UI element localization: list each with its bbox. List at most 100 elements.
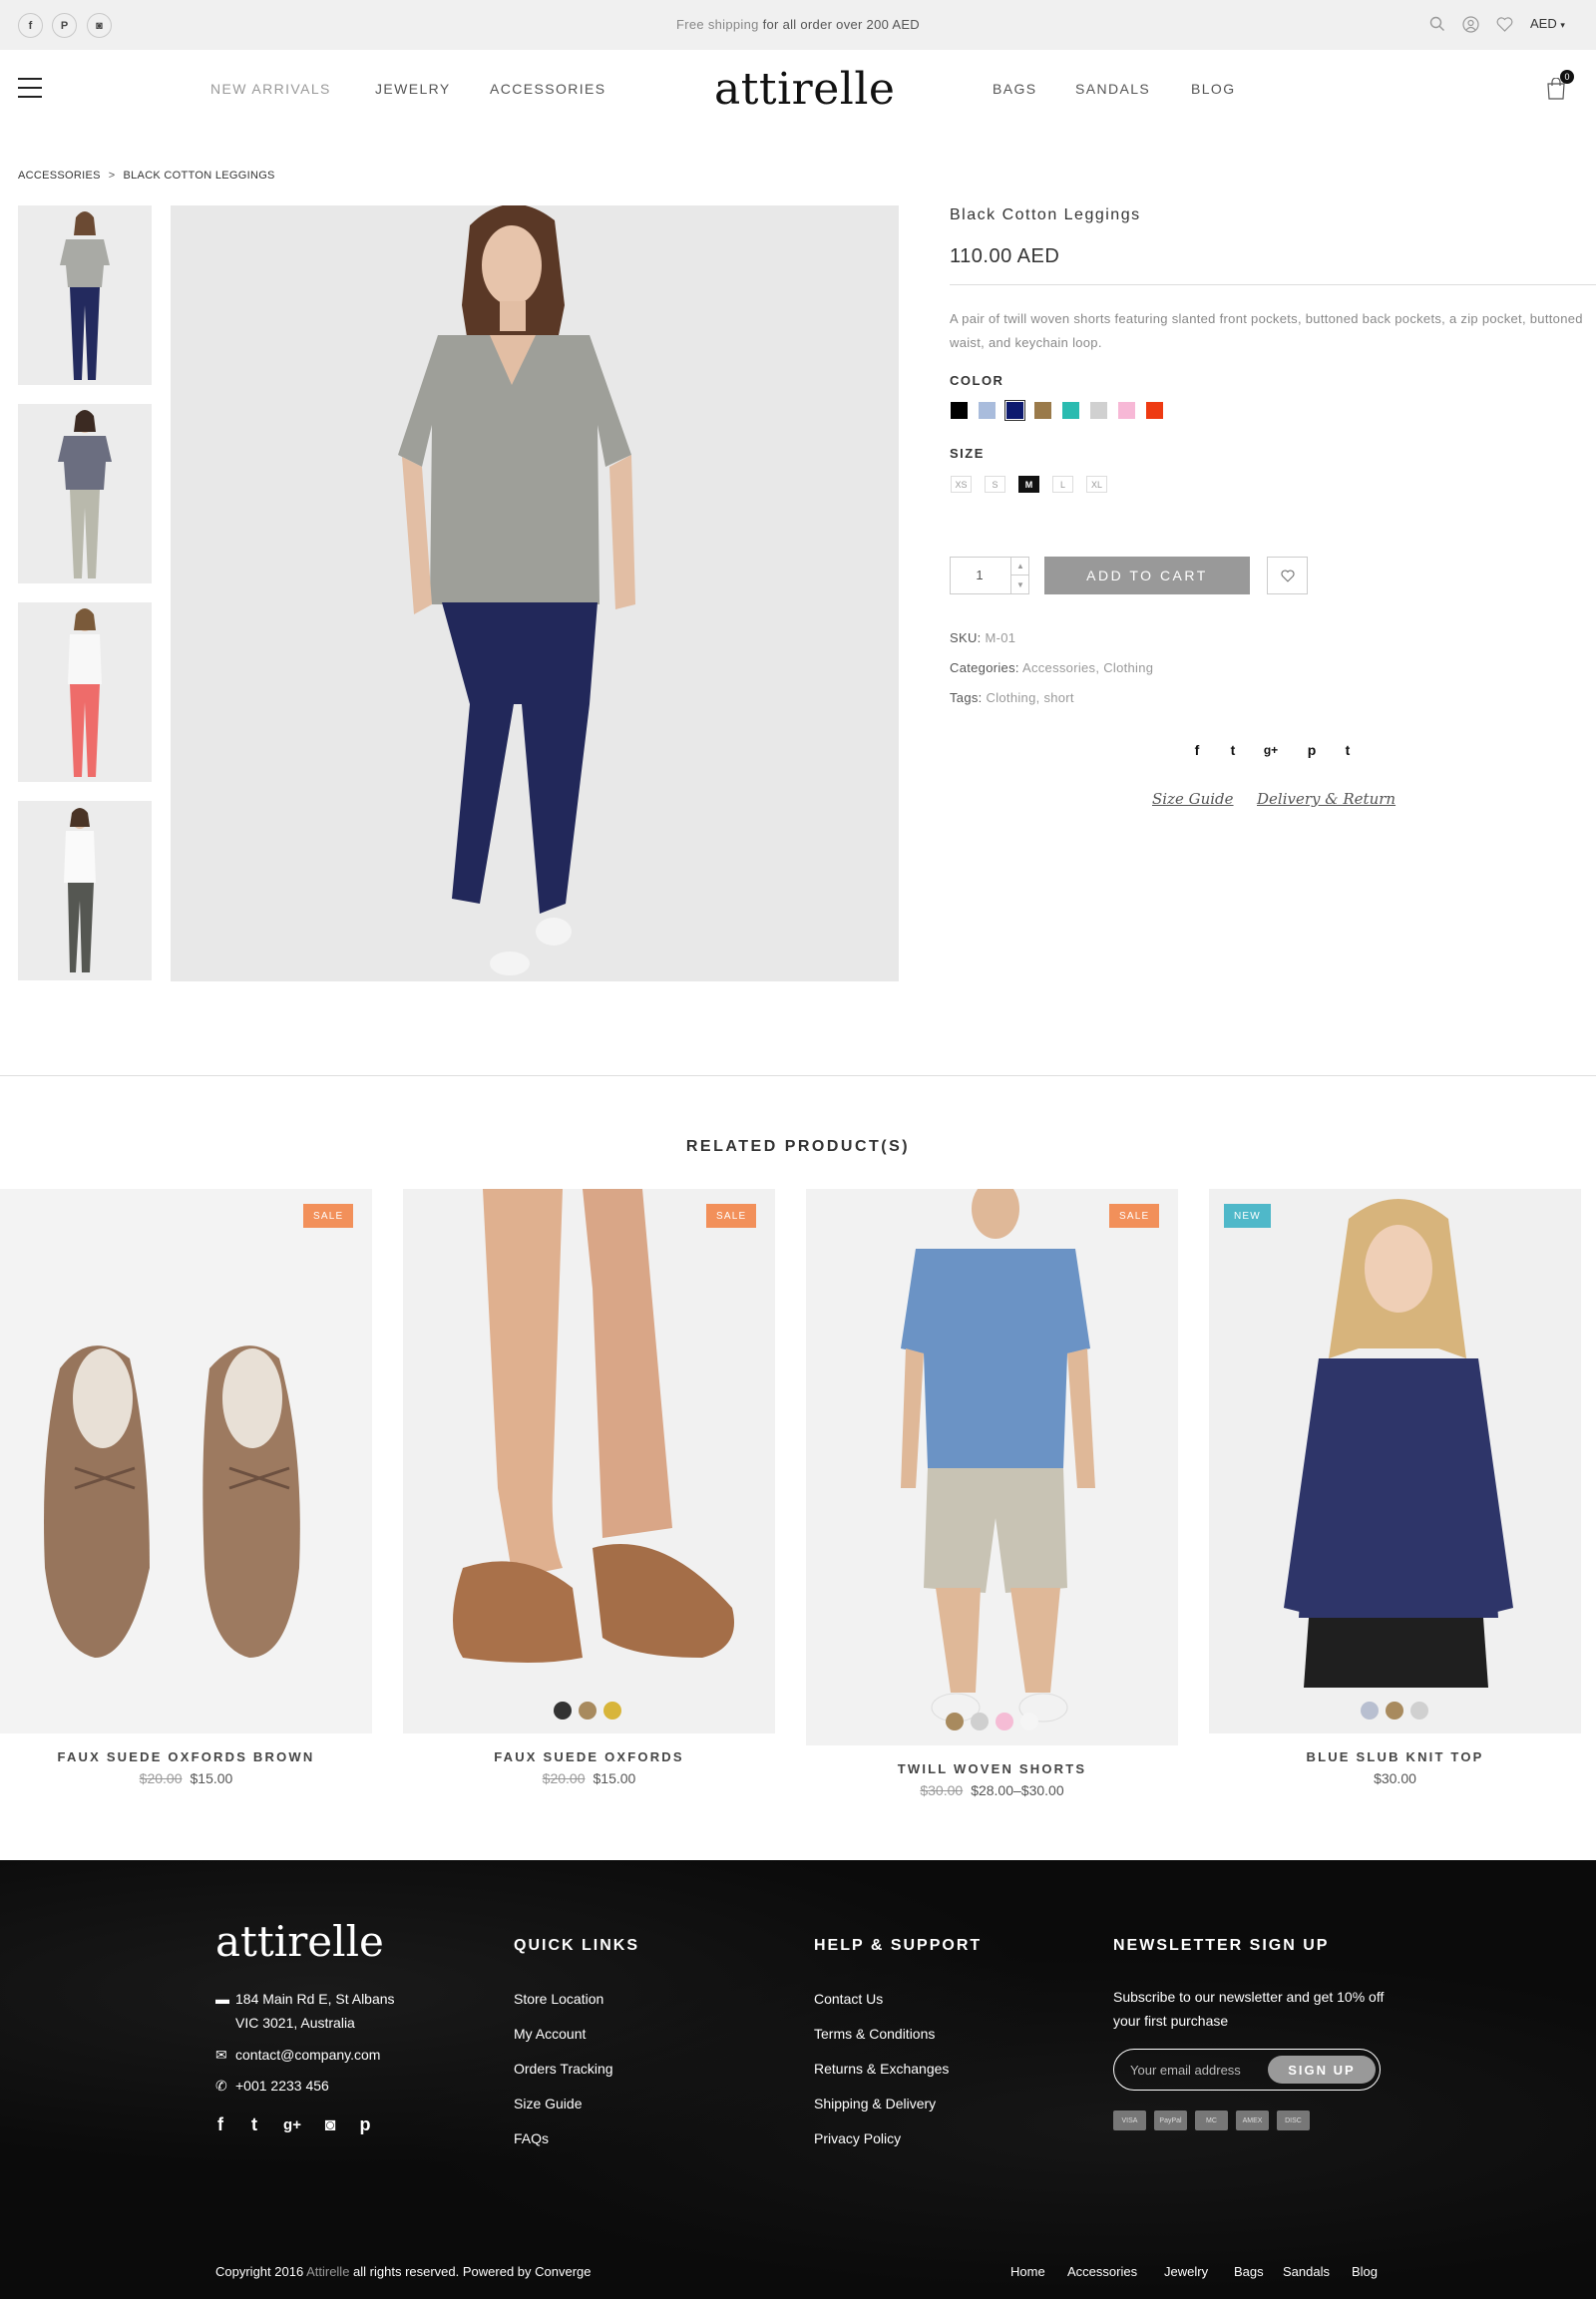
logo[interactable]: attirelle (714, 64, 895, 115)
footer-link-store-location[interactable]: Store Location (514, 1991, 603, 2007)
category-link[interactable]: Accessories (1022, 660, 1095, 675)
color-dot[interactable] (1361, 1702, 1379, 1720)
product-card-image[interactable] (403, 1189, 775, 1733)
thumbnail-4[interactable] (18, 801, 152, 980)
footer-logo[interactable]: attirelle (215, 1917, 384, 1966)
product-card-name[interactable]: FAUX SUEDE OXFORDS (403, 1749, 775, 1764)
quantity-value[interactable]: 1 (951, 568, 1008, 582)
price: $30.00 (1374, 1770, 1416, 1786)
product-card-image[interactable] (806, 1189, 1178, 1745)
newsletter-email-input[interactable]: Your email address (1130, 2063, 1241, 2078)
facebook-icon[interactable]: f (210, 2114, 230, 2134)
nav-accessories[interactable]: ACCESSORIES (490, 81, 606, 97)
nav-bags[interactable]: BAGS (993, 81, 1037, 97)
phone-value: +001 2233 456 (235, 2078, 329, 2094)
tumblr-icon[interactable]: t (1338, 740, 1358, 760)
nav-jewelry[interactable]: JEWELRY (375, 81, 451, 97)
pinterest-icon[interactable]: p (1302, 740, 1322, 760)
color-dot[interactable] (554, 1702, 572, 1720)
footer-email[interactable]: ✉ contact@company.com (215, 2047, 380, 2064)
nav-sandals[interactable]: SANDALS (1075, 81, 1150, 97)
delivery-return-link[interactable]: Delivery & Return (1257, 790, 1396, 808)
color-swatch-red[interactable] (1146, 402, 1163, 419)
nav-blog[interactable]: BLOG (1191, 81, 1236, 97)
size-option-l[interactable]: L (1052, 476, 1073, 493)
product-card-image[interactable] (0, 1189, 372, 1733)
copyright-brand-link[interactable]: Attirelle (306, 2264, 349, 2279)
footer-link-returns[interactable]: Returns & Exchanges (814, 2061, 949, 2077)
nav-new-arrivals[interactable]: NEW ARRIVALS (210, 81, 331, 97)
size-option-s[interactable]: S (985, 476, 1005, 493)
menu-icon[interactable] (18, 78, 42, 98)
sku-label: SKU: (950, 630, 982, 645)
footer-phone[interactable]: ✆ +001 2233 456 (215, 2078, 329, 2095)
color-swatch-light-blue[interactable] (979, 402, 996, 419)
sku-row: SKU: M-01 (950, 630, 1015, 645)
tag-link[interactable]: Clothing (987, 690, 1036, 705)
main-product-image[interactable] (171, 205, 899, 981)
color-dot[interactable] (1410, 1702, 1428, 1720)
size-option-xl[interactable]: XL (1086, 476, 1107, 493)
thumbnail-3[interactable] (18, 602, 152, 782)
footer-link-size-guide[interactable]: Size Guide (514, 2096, 582, 2111)
thumbnail-1[interactable] (18, 205, 152, 385)
product-card-name[interactable]: BLUE SLUB KNIT TOP (1209, 1749, 1581, 1764)
instagram-icon[interactable]: ◙ (320, 2114, 340, 2134)
footer-link-faqs[interactable]: FAQs (514, 2130, 549, 2146)
search-icon[interactable] (1427, 14, 1447, 34)
category-link[interactable]: Clothing (1103, 660, 1153, 675)
product-card-image[interactable] (1209, 1189, 1581, 1733)
color-swatch-black[interactable] (951, 402, 968, 419)
currency-selector[interactable]: AED ▾ (1530, 16, 1565, 31)
sale-price: $15.00 (190, 1770, 233, 1786)
color-dot[interactable] (946, 1713, 964, 1730)
size-guide-link[interactable]: Size Guide (1152, 790, 1234, 808)
footer-link-shipping[interactable]: Shipping & Delivery (814, 2096, 936, 2111)
color-swatch-brown[interactable] (1034, 402, 1051, 419)
quantity-up-icon[interactable]: ▲ (1010, 558, 1029, 575)
size-option-m[interactable]: M (1018, 476, 1039, 493)
color-dot[interactable] (971, 1713, 989, 1730)
breadcrumb-parent[interactable]: ACCESSORIES (18, 170, 101, 182)
twitter-icon[interactable]: t (1223, 740, 1243, 760)
visa-icon: VISA (1113, 2110, 1146, 2130)
color-swatch-navy[interactable] (1004, 400, 1025, 421)
footer-link-terms[interactable]: Terms & Conditions (814, 2026, 935, 2042)
footer-link-my-account[interactable]: My Account (514, 2026, 586, 2042)
google-plus-icon[interactable]: g+ (282, 2114, 302, 2134)
color-swatch-grey[interactable] (1090, 402, 1107, 419)
tag-link[interactable]: short (1043, 690, 1073, 705)
size-option-xs[interactable]: XS (951, 476, 972, 493)
google-plus-icon[interactable]: g+ (1261, 740, 1281, 760)
bottom-link-home[interactable]: Home (1010, 2264, 1045, 2279)
color-dot[interactable] (996, 1713, 1013, 1730)
wishlist-icon[interactable] (1494, 14, 1514, 34)
thumbnail-2[interactable] (18, 404, 152, 583)
color-swatch-teal[interactable] (1062, 402, 1079, 419)
color-dot[interactable] (579, 1702, 597, 1720)
copyright-suffix: all rights reserved. Powered by Converge (349, 2264, 592, 2279)
color-dot[interactable] (603, 1702, 621, 1720)
account-icon[interactable] (1460, 14, 1480, 34)
bottom-link-accessories[interactable]: Accessories (1067, 2264, 1137, 2279)
bottom-link-jewelry[interactable]: Jewelry (1164, 2264, 1208, 2279)
product-card-name[interactable]: TWILL WOVEN SHORTS (806, 1761, 1178, 1776)
footer-link-orders-tracking[interactable]: Orders Tracking (514, 2061, 613, 2077)
pinterest-icon[interactable]: p (355, 2114, 375, 2134)
facebook-icon[interactable]: f (1187, 740, 1207, 760)
color-swatch-pink[interactable] (1118, 402, 1135, 419)
product-card-name[interactable]: FAUX SUEDE OXFORDS BROWN (0, 1749, 372, 1764)
twitter-icon[interactable]: t (244, 2114, 264, 2134)
add-to-cart-button[interactable]: ADD TO CART (1044, 557, 1250, 594)
bottom-link-bags[interactable]: Bags (1234, 2264, 1264, 2279)
bottom-link-sandals[interactable]: Sandals (1283, 2264, 1330, 2279)
quantity-down-icon[interactable]: ▼ (1010, 575, 1029, 593)
sign-up-button[interactable]: SIGN UP (1268, 2056, 1376, 2084)
quantity-stepper[interactable]: 1 ▲ ▼ (950, 557, 1029, 594)
color-dot[interactable] (1386, 1702, 1403, 1720)
bottom-link-blog[interactable]: Blog (1352, 2264, 1378, 2279)
footer-link-privacy[interactable]: Privacy Policy (814, 2130, 901, 2146)
footer-link-contact-us[interactable]: Contact Us (814, 1991, 883, 2007)
add-to-wishlist-button[interactable] (1267, 557, 1308, 594)
color-dot[interactable] (1020, 1713, 1038, 1730)
